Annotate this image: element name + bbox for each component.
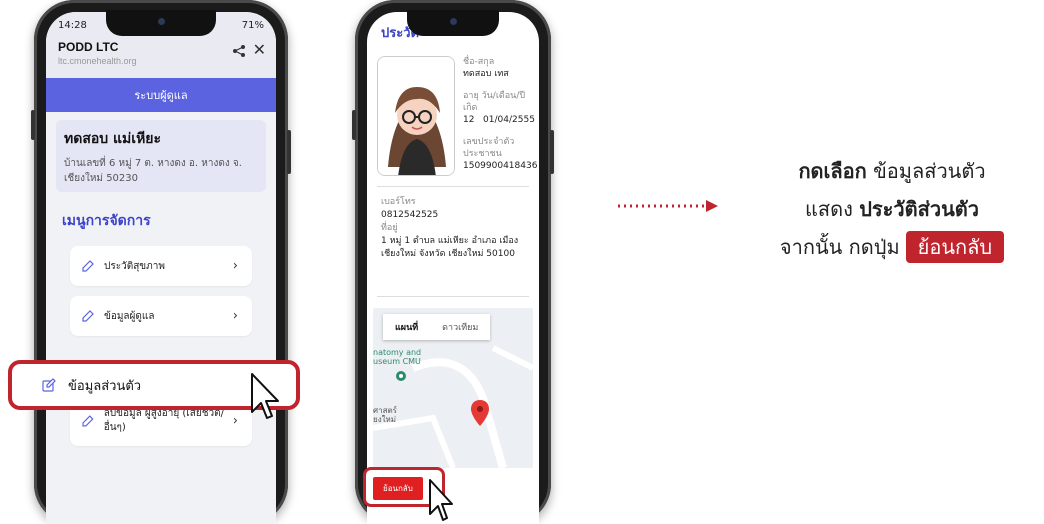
caption-text-3: จากนั้น กดปุ่ม	[779, 235, 900, 259]
edit-icon	[82, 310, 94, 322]
name-label: ชื่อ-สกุล	[463, 57, 495, 67]
caregiver-system-bar: ระบบผู้ดูแล	[46, 78, 276, 112]
menu-item-label: ข้อมูลส่วนตัว	[68, 378, 142, 394]
status-battery: 71%	[241, 19, 264, 31]
phone-notch	[407, 10, 499, 36]
power-button	[550, 130, 554, 174]
avatar	[377, 56, 455, 176]
divider	[377, 296, 529, 297]
app-body: ทดสอบ แม่เหียะ บ้านเลขที่ 6 หมู่ 7 ต. หา…	[46, 112, 276, 524]
phone-label: เบอร์โทร	[381, 197, 416, 207]
tab-map[interactable]: แผนที่	[383, 314, 430, 340]
app-header: PODD LTC ltc.cmonehealth.org ✕	[46, 38, 276, 78]
person-address: บ้านเลขที่ 6 หมู่ 7 ต. หางดง อ. หางดง จ.…	[64, 158, 242, 184]
age-label: อายุ วัน/เดือน/ปีเกิด	[463, 91, 526, 113]
chevron-right-icon: ›	[232, 308, 238, 324]
edit-icon	[82, 415, 94, 427]
person-name: ทดสอบ แม่เหียะ	[64, 131, 162, 147]
phone-right-screen: ประวัติ ชื่อ-สกุล ทดสอบ เทส อายุ วัน/เดื…	[367, 12, 539, 524]
caption-back-button: ย้อนกลับ	[905, 231, 1005, 263]
id-value: 1509900418436	[463, 161, 538, 171]
menu-item-caregiver-info[interactable]: ข้อมูลผู้ดูแล ›	[70, 296, 252, 336]
name-value: ทดสอบ เทส	[463, 69, 509, 79]
phone-notch	[106, 10, 216, 36]
dotted-arrow-icon	[618, 200, 718, 212]
caption-line-3: จากนั้น กดปุ่ม ย้อนกลับ	[740, 228, 1044, 266]
share-icon[interactable]	[232, 44, 246, 58]
phone-left: 14:28 71% PODD LTC ltc.cmonehealth.org ✕…	[31, 0, 291, 524]
map-type-tabs: แผนที่ ดาวเทียม	[383, 314, 491, 340]
phone-value: 0812542525	[381, 210, 439, 220]
age-value: 12	[463, 115, 475, 125]
tab-satellite[interactable]: ดาวเทียม	[430, 314, 490, 340]
map-poi-label: ศาสตร์ ยงใหม่	[373, 406, 397, 424]
divider	[377, 186, 529, 187]
avatar-illustration	[378, 57, 454, 175]
volume-button	[31, 110, 35, 140]
phone-left-screen: 14:28 71% PODD LTC ltc.cmonehealth.org ✕…	[46, 12, 276, 524]
status-time: 14:28	[58, 19, 87, 31]
location-map[interactable]: แผนที่ ดาวเทียม natomy and useum CMU ศาส…	[373, 308, 533, 468]
person-card: ทดสอบ แม่เหียะ บ้านเลขที่ 6 หมู่ 7 ต. หา…	[56, 120, 266, 192]
instruction-caption: กดเลือก ข้อมูลส่วนตัว แสดง ประวัติส่วนตั…	[740, 152, 1044, 266]
power-button	[287, 130, 291, 174]
phone-right: ประวัติ ชื่อ-สกุล ทดสอบ เทส อายุ วัน/เดื…	[352, 0, 554, 524]
tutorial-stage: 14:28 71% PODD LTC ltc.cmonehealth.org ✕…	[0, 0, 1044, 524]
address-value: 1 หมู่ 1 ตำบล แม่เหียะ อำเภอ เมือง เชียง…	[381, 236, 519, 259]
caregiver-system-label: ระบบผู้ดูแล	[134, 89, 188, 102]
menu-item-label: ลบข้อมูล ผู้สูงอายุ (เสียชีวิต/อื่นๆ)	[103, 408, 224, 433]
menu-title: เมนูการจัดการ	[62, 213, 151, 229]
menu-item-health-history[interactable]: ประวัติสุขภาพ ›	[70, 246, 252, 286]
caption-line-1: กดเลือก ข้อมูลส่วนตัว	[740, 152, 1044, 190]
caption-bold-2: ประวัติส่วนตัว	[859, 197, 979, 221]
dob-value: 01/04/2555	[483, 115, 535, 125]
caption-bold-1: กดเลือก	[798, 159, 867, 183]
contact-info: เบอร์โทร 0812542525 ที่อยู่ 1 หมู่ 1 ตำบ…	[381, 196, 531, 261]
camera-icon	[450, 18, 457, 25]
camera-icon	[158, 18, 165, 25]
map-poi-icon	[396, 371, 406, 381]
edit-icon	[42, 378, 56, 392]
caption-text-1: ข้อมูลส่วนตัว	[866, 159, 986, 183]
chevron-right-icon: ›	[232, 258, 238, 274]
mouse-cursor-icon	[251, 373, 279, 419]
id-label: เลขประจำตัวประชาชน	[463, 137, 515, 159]
edit-icon	[82, 260, 94, 272]
map-poi-label: natomy and useum CMU	[373, 348, 422, 366]
caption-line-2: แสดง ประวัติส่วนตัว	[740, 190, 1044, 228]
back-button[interactable]: ย้อนกลับ	[373, 477, 423, 500]
age-dob-row: 12 01/04/2555	[463, 114, 539, 126]
menu-item-label: ประวัติสุขภาพ	[104, 260, 165, 272]
profile-info: ชื่อ-สกุล ทดสอบ เทส อายุ วัน/เดือน/ปีเกิ…	[463, 56, 539, 172]
close-icon[interactable]: ✕	[253, 40, 266, 59]
menu-item-label: ข้อมูลผู้ดูแล	[104, 310, 155, 322]
address-label: ที่อยู่	[381, 223, 398, 233]
mouse-cursor-icon	[429, 479, 453, 521]
caption-text-2: แสดง	[805, 197, 860, 221]
map-pin-icon	[471, 400, 489, 426]
volume-button	[352, 110, 356, 140]
chevron-right-icon: ›	[232, 413, 238, 429]
